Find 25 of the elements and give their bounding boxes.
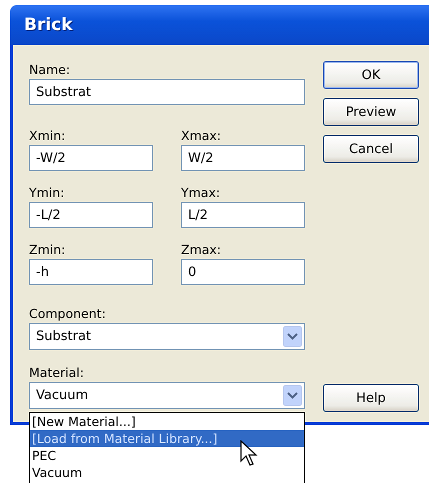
min-field[interactable]: -L/2 (29, 202, 153, 228)
dialog-button[interactable]: Cancel (323, 135, 419, 163)
dropdown-option[interactable]: [Load from Material Library...] (30, 430, 304, 447)
component-label: Component: (29, 305, 107, 323)
pointer-icon (240, 440, 260, 468)
dialog-button[interactable]: Preview (323, 98, 419, 126)
min-field[interactable]: -W/2 (29, 145, 153, 171)
material-label: Material: (29, 364, 85, 382)
max-label: Zmax: (181, 241, 222, 259)
min-label: Xmin: (29, 127, 66, 145)
max-label: Xmax: (181, 127, 222, 145)
component-dropdown[interactable]: Substrat (29, 323, 305, 350)
ok-button[interactable]: OK (323, 61, 419, 89)
max-field[interactable]: L/2 (181, 202, 305, 228)
window-title: Brick (10, 5, 429, 45)
min-label: Zmin: (29, 241, 66, 259)
material-dropdown[interactable]: Vacuum (29, 382, 305, 409)
max-field[interactable]: W/2 (181, 145, 305, 171)
max-field[interactable]: 0 (181, 259, 305, 285)
help-button[interactable]: Help (323, 384, 419, 412)
min-label: Ymin: (29, 184, 66, 202)
name-field[interactable]: Substrat (29, 79, 305, 105)
min-field[interactable]: -h (29, 259, 153, 285)
max-label: Ymax: (181, 184, 222, 202)
name-label: Name: (29, 61, 72, 79)
